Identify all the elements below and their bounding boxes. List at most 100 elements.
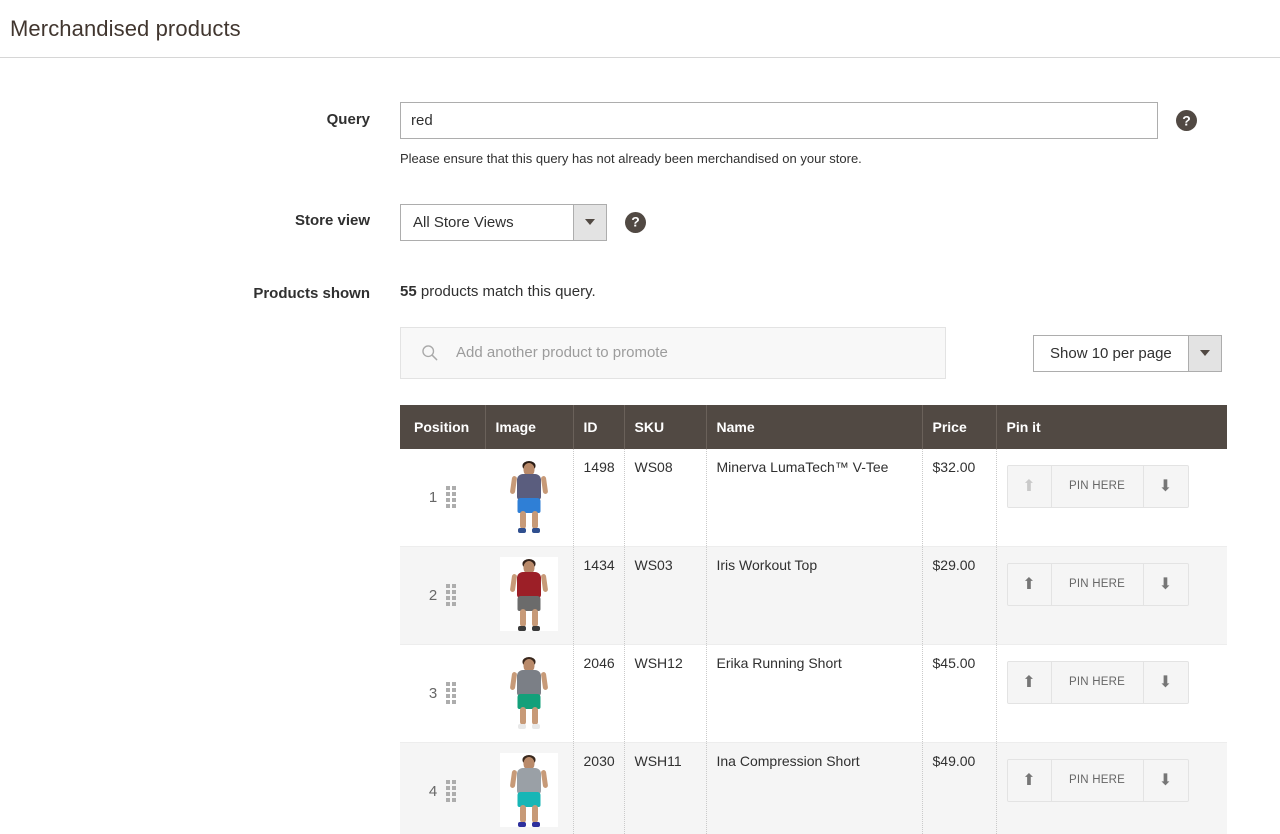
pin-here-button[interactable]: PIN HERE (1052, 662, 1144, 703)
cell-id: 1498 (573, 449, 624, 547)
page-title: Merchandised products (8, 18, 241, 40)
cell-image (485, 644, 573, 742)
form-body: Query ? Please ensure that this query ha… (0, 58, 1280, 834)
table-head: Position Image ID SKU Name Price Pin it (400, 405, 1227, 449)
arrow-down-icon: ⬇ (1159, 576, 1173, 592)
match-count-suffix: products match this query. (417, 283, 596, 300)
field-row-query: Query ? Please ensure that this query ha… (0, 102, 1280, 167)
table-row: 42030WSH11Ina Compression Short$49.00⬆PI… (400, 742, 1227, 834)
table-header-row: Position Image ID SKU Name Price Pin it (400, 405, 1227, 449)
cell-price: $45.00 (922, 644, 996, 742)
store-view-label: Store view (0, 204, 400, 230)
pin-here-button[interactable]: PIN HERE (1052, 760, 1144, 801)
store-view-control: All Store Views ? (400, 204, 1280, 241)
move-up-button[interactable]: ⬆ (1008, 564, 1052, 605)
field-row-products-shown: Products shown 55 products match this qu… (0, 283, 1280, 834)
query-input[interactable] (400, 102, 1158, 139)
match-count-text: 55 products match this query. (400, 283, 1280, 301)
move-up-button[interactable]: ⬆ (1008, 760, 1052, 801)
cell-name: Minerva LumaTech™ V-Tee (706, 449, 922, 547)
move-down-button[interactable]: ⬇ (1144, 466, 1188, 507)
pin-control-group: ⬆PIN HERE ⬇ (1007, 465, 1189, 508)
move-up-button[interactable]: ⬆ (1008, 466, 1052, 507)
pin-here-button[interactable]: PIN HERE (1052, 466, 1144, 507)
pin-control-group: ⬆ PIN HERE ⬇ (1007, 661, 1189, 704)
cell-price: $32.00 (922, 449, 996, 547)
help-icon-store-view-glyph: ? (631, 215, 640, 229)
product-thumbnail (500, 655, 558, 729)
add-product-search[interactable] (400, 327, 946, 379)
cell-price: $29.00 (922, 546, 996, 644)
product-figure-icon (500, 655, 558, 729)
column-header-position: Position (400, 405, 485, 449)
arrow-down-icon: ⬇ (1159, 478, 1173, 494)
per-page-selected-value: Show 10 per page (1034, 336, 1188, 371)
position-number: 2 (429, 587, 437, 604)
drag-handle-icon[interactable] (446, 682, 456, 704)
table-row: 32046WSH12Erika Running Short$45.00⬆PIN … (400, 644, 1227, 742)
product-thumbnail (500, 557, 558, 631)
position-inner: 3 (410, 682, 475, 704)
help-icon-store-view[interactable]: ? (625, 212, 646, 233)
cell-name: Erika Running Short (706, 644, 922, 742)
column-header-name: Name (706, 405, 922, 449)
drag-handle-icon[interactable] (446, 486, 456, 508)
store-view-line: All Store Views ? (400, 204, 1280, 241)
cell-position: 4 (400, 742, 485, 834)
column-header-pin-it: Pin it (996, 405, 1227, 449)
help-icon-query[interactable]: ? (1176, 110, 1197, 131)
cell-position: 3 (400, 644, 485, 742)
arrow-up-icon: ⬆ (1022, 772, 1036, 788)
arrow-down-icon: ⬇ (1159, 674, 1173, 690)
cell-image (485, 546, 573, 644)
add-product-search-input[interactable] (454, 343, 925, 362)
arrow-up-icon: ⬆ (1022, 576, 1036, 592)
products-shown-label: Products shown (0, 283, 400, 303)
position-number: 1 (429, 489, 437, 506)
pin-control-group: ⬆ PIN HERE ⬇ (1007, 759, 1189, 802)
table-row: 21434WS03Iris Workout Top$29.00⬆PIN HERE… (400, 546, 1227, 644)
column-header-id: ID (573, 405, 624, 449)
pin-control-group: ⬆ PIN HERE ⬇ (1007, 563, 1189, 606)
field-row-store-view: Store view All Store Views ? (0, 204, 1280, 241)
per-page-select[interactable]: Show 10 per page (1033, 335, 1222, 372)
column-header-sku: SKU (624, 405, 706, 449)
query-label: Query (0, 102, 400, 129)
per-page-wrapper: Show 10 per page (1033, 327, 1222, 372)
cell-pin-it: ⬆ PIN HERE ⬇ (996, 546, 1227, 644)
arrow-up-icon: ⬆ (1022, 674, 1036, 690)
drag-handle-icon[interactable] (446, 780, 456, 802)
cell-sku: WSH11 (624, 742, 706, 834)
store-view-selected-value: All Store Views (401, 205, 573, 240)
move-up-button[interactable]: ⬆ (1008, 662, 1052, 703)
position-inner: 1 (410, 486, 475, 508)
query-line: ? (400, 102, 1280, 139)
search-icon (421, 344, 438, 361)
move-down-button[interactable]: ⬇ (1144, 760, 1188, 801)
table-body: 11498WS08Minerva LumaTech™ V-Tee$32.00⬆P… (400, 449, 1227, 834)
pin-here-button[interactable]: PIN HERE (1052, 564, 1144, 605)
cell-id: 1434 (573, 546, 624, 644)
cell-image (485, 742, 573, 834)
cell-sku: WSH12 (624, 644, 706, 742)
cell-pin-it: ⬆ PIN HERE ⬇ (996, 644, 1227, 742)
product-thumbnail (500, 753, 558, 827)
arrow-down-icon: ⬇ (1159, 772, 1173, 788)
position-number: 3 (429, 685, 437, 702)
cell-id: 2030 (573, 742, 624, 834)
move-down-button[interactable]: ⬇ (1144, 564, 1188, 605)
move-down-button[interactable]: ⬇ (1144, 662, 1188, 703)
store-view-select[interactable]: All Store Views (400, 204, 607, 241)
cell-sku: WS03 (624, 546, 706, 644)
store-view-dropdown-arrow[interactable] (573, 205, 606, 240)
product-thumbnail (500, 459, 558, 533)
cell-pin-it: ⬆PIN HERE ⬇ (996, 449, 1227, 547)
cell-price: $49.00 (922, 742, 996, 834)
products-shown-control: 55 products match this query. Show 10 pe… (400, 283, 1280, 834)
chevron-down-icon (1200, 350, 1210, 356)
per-page-dropdown-arrow[interactable] (1188, 336, 1221, 371)
drag-handle-icon[interactable] (446, 584, 456, 606)
page-header: Merchandised products (0, 0, 1280, 58)
help-icon-query-glyph: ? (1182, 113, 1191, 127)
cell-position: 1 (400, 449, 485, 547)
